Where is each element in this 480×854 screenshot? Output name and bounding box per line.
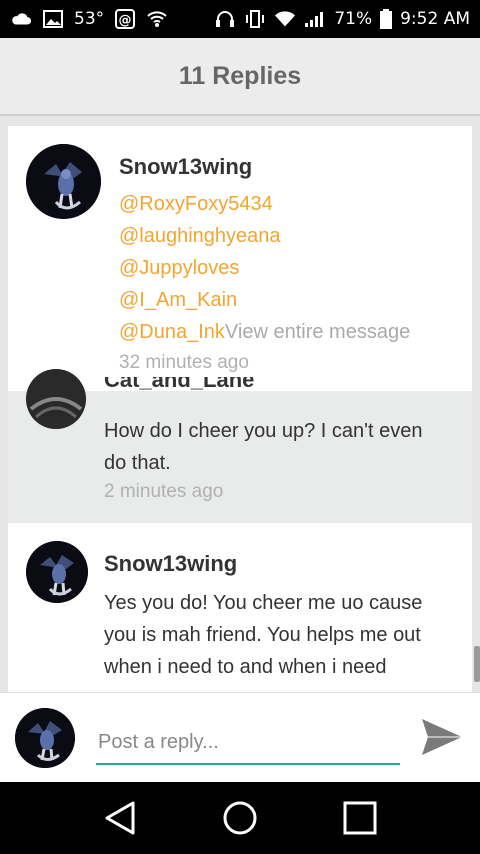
author-name[interactable]: Cat_and_Lane — [104, 377, 254, 391]
avatar-image — [26, 369, 86, 429]
svg-text:@: @ — [119, 13, 132, 28]
back-triangle-icon — [105, 801, 135, 835]
reply-bar — [0, 692, 480, 782]
message-body-line: Yes you do! You cheer me uo cause — [104, 592, 423, 614]
mention-link[interactable]: @Duna_Ink — [119, 321, 225, 343]
temperature-text: 53° — [74, 9, 105, 29]
battery-percent: 71% — [334, 9, 373, 29]
header: 11 Replies — [0, 38, 480, 116]
at-sign-icon: @ — [114, 9, 136, 29]
send-icon — [422, 719, 462, 755]
recents-square-icon — [343, 801, 377, 835]
mention-link[interactable]: @Juppyloves — [119, 252, 410, 284]
mention-link[interactable]: @laughinghyeana — [119, 220, 410, 252]
navigation-bar — [0, 782, 480, 854]
avatar-dragon-image — [26, 541, 88, 603]
replies-list[interactable]: Snow13wing @RoxyFoxy5434 @laughinghyeana… — [0, 118, 480, 692]
avatar[interactable] — [26, 541, 88, 603]
timestamp: 32 minutes ago — [119, 352, 249, 373]
vibrate-icon — [244, 9, 266, 29]
avatar-dragon-image — [15, 708, 75, 768]
home-button[interactable] — [216, 794, 264, 842]
message-body-line: you is mah friend. You helps me out — [104, 624, 421, 646]
timestamp: 2 minutes ago — [104, 481, 224, 502]
message-body-line: How do I cheer you up? I can't even — [104, 420, 423, 442]
avatar[interactable] — [26, 369, 86, 429]
view-entire-message-link[interactable]: View entire message — [225, 321, 410, 343]
message-card[interactable]: Cat_and_Lane How do I cheer you up? I ca… — [8, 369, 472, 523]
message-body-line: do that. — [104, 452, 171, 474]
send-button[interactable] — [418, 715, 466, 759]
signal-icon — [304, 9, 326, 29]
page-title: 11 Replies — [178, 61, 302, 90]
mention-link[interactable]: @I_Am_Kain — [119, 284, 410, 316]
user-avatar[interactable] — [15, 708, 75, 768]
scrollbar-thumb[interactable] — [474, 646, 480, 682]
back-button[interactable] — [96, 794, 144, 842]
recents-button[interactable] — [336, 794, 384, 842]
message-card[interactable]: Snow13wing Yes you do! You cheer me uo c… — [8, 523, 472, 692]
author-name[interactable]: Snow13wing — [119, 154, 252, 180]
message-body-line: when i need to and when i need — [104, 656, 387, 678]
message-card[interactable]: Snow13wing @RoxyFoxy5434 @laughinghyeana… — [8, 126, 472, 391]
headphones-icon — [214, 9, 236, 29]
avatar-dragon-image — [26, 144, 101, 219]
wifi-notification-icon — [146, 9, 168, 29]
avatar[interactable] — [26, 144, 101, 219]
battery-icon — [380, 9, 393, 29]
author-name[interactable]: Snow13wing — [104, 551, 237, 577]
cloud-icon — [10, 9, 32, 29]
home-circle-icon — [223, 801, 257, 835]
reply-input[interactable] — [96, 721, 400, 765]
status-bar: 53° @ 71% 9:52 AM — [0, 0, 480, 38]
wifi-icon — [274, 9, 296, 29]
mention-link[interactable]: @RoxyFoxy5434 — [119, 188, 410, 220]
clock-time: 9:52 AM — [400, 9, 470, 29]
image-icon — [42, 9, 64, 29]
